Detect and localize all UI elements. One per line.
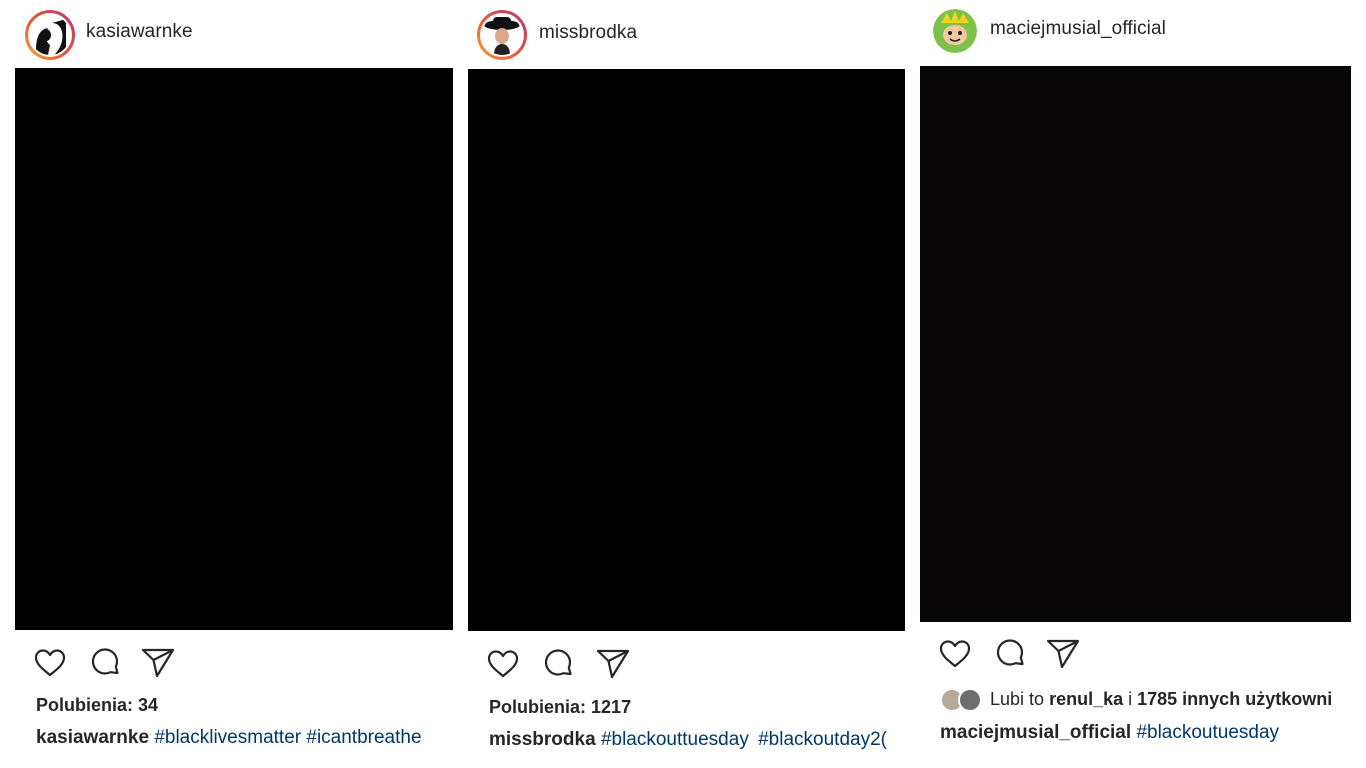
liked-by-user[interactable]: renul_ka: [1049, 689, 1123, 709]
avatar[interactable]: [933, 9, 977, 53]
liked-by-text[interactable]: Lubi to renul_ka i 1785 innych użytkowni: [990, 689, 1332, 710]
hashtag-link[interactable]: #blackoutuesday: [1136, 722, 1279, 743]
hashtag-link[interactable]: #icantbreathe: [306, 727, 421, 748]
caption: maciejmusial_official #blackoutuesday: [940, 722, 1279, 744]
avatar-image-icon: [30, 15, 70, 55]
likes-number: 34: [138, 695, 159, 715]
likes-number: 1217: [591, 697, 632, 717]
avatar[interactable]: [477, 10, 527, 60]
action-bar: [485, 646, 685, 686]
heart-icon[interactable]: [485, 646, 521, 682]
caption: missbrodka #blackouttuesday #blackoutday…: [489, 729, 887, 751]
username[interactable]: kasiawarnke: [86, 21, 193, 43]
post-maciejmusial-official: maciejmusial_official Lubi to renul_ka i…: [906, 0, 1366, 768]
caption-username[interactable]: missbrodka: [489, 729, 596, 750]
likes-count[interactable]: Polubienia: 34: [36, 695, 158, 716]
post-image[interactable]: [920, 66, 1351, 622]
liked-by-joiner: i: [1128, 689, 1133, 709]
post-missbrodka: missbrodka Polubienia: 1217 missbrodka #…: [453, 0, 906, 768]
username[interactable]: maciejmusial_official: [990, 18, 1166, 40]
liked-by-others[interactable]: 1785 innych użytkowni: [1137, 689, 1332, 709]
caption: kasiawarnke #blacklivesmatter #icantbrea…: [36, 727, 422, 749]
post-header: missbrodka: [453, 5, 906, 65]
paper-plane-icon[interactable]: [595, 646, 631, 682]
paper-plane-icon[interactable]: [1045, 636, 1081, 672]
caption-username[interactable]: kasiawarnke: [36, 727, 149, 748]
avatar[interactable]: [25, 10, 75, 60]
hashtag-link[interactable]: #blackouttuesday: [601, 729, 749, 750]
hashtag-link[interactable]: #blacklivesmatter: [154, 727, 301, 748]
comment-icon[interactable]: [992, 636, 1028, 672]
likes-count[interactable]: Polubienia: 1217: [489, 697, 631, 718]
post-header: maciejmusial_official: [906, 3, 1366, 63]
avatar-image-icon: [933, 9, 977, 53]
post-image[interactable]: [15, 68, 453, 630]
comment-icon[interactable]: [87, 645, 123, 681]
likes-prefix: Polubienia:: [36, 695, 134, 715]
paper-plane-icon[interactable]: [140, 645, 176, 681]
post-image[interactable]: [468, 69, 905, 631]
caption-username[interactable]: maciejmusial_official: [940, 722, 1131, 743]
hashtag-link[interactable]: #blackoutday2(: [758, 729, 887, 750]
likes-prefix: Polubienia:: [489, 697, 587, 717]
avatar: [958, 688, 982, 712]
heart-icon[interactable]: [32, 645, 68, 681]
username[interactable]: missbrodka: [539, 22, 637, 44]
avatar-image-icon: [482, 15, 522, 55]
action-bar: [937, 636, 1137, 676]
liked-by-avatars[interactable]: [940, 688, 986, 712]
post-header: kasiawarnke: [0, 5, 453, 65]
liked-by-prefix: Lubi to: [990, 689, 1045, 709]
action-bar: [32, 645, 232, 685]
post-kasiawarnke: kasiawarnke Polubienia: 34 kasiawarnke #…: [0, 0, 453, 768]
comment-icon[interactable]: [540, 646, 576, 682]
heart-icon[interactable]: [937, 636, 973, 672]
